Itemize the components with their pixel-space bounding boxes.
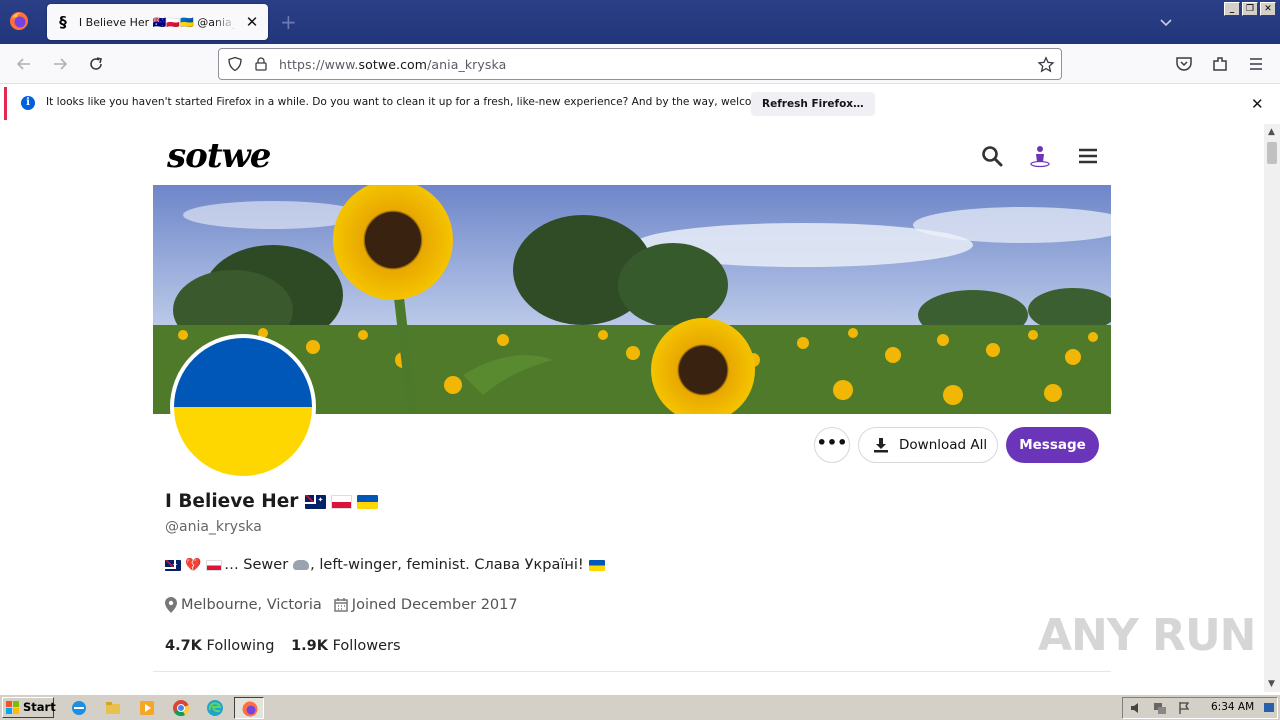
hamburger-menu-icon[interactable] <box>1076 144 1100 168</box>
avatar-flag-yellow <box>174 407 312 476</box>
reload-icon[interactable] <box>86 54 106 74</box>
windows-taskbar: Start 6:34 AM <box>0 694 1280 720</box>
url-path: /ania_kryska <box>427 57 507 72</box>
active-tab[interactable]: § I Believe Her 🇦🇺🇵🇱🇺🇦 @ania_kryska ✕ <box>47 4 268 40</box>
profile-handle: @ania_kryska <box>165 519 262 535</box>
profile-meta: Melbourne, Victoria Joined December 2017 <box>165 597 518 613</box>
browser-tab-bar: § I Believe Her 🇦🇺🇵🇱🇺🇦 @ania_kryska ✕ + … <box>0 0 1280 44</box>
tab-title: I Believe Her 🇦🇺🇵🇱🇺🇦 @ania_kryska <box>78 15 237 29</box>
bio-text-2: , left-winger, feminist. Слава Україні! <box>310 557 584 573</box>
profile-bio: 💔 … Sewer , left-winger, feminist. Слава… <box>165 557 605 573</box>
calendar-icon <box>334 598 348 612</box>
pocket-icon[interactable] <box>1174 54 1194 74</box>
scrollbar-thumb[interactable] <box>1267 142 1277 164</box>
tracking-shield-icon[interactable] <box>227 56 243 72</box>
profile-joined: Joined December 2017 <box>351 597 518 613</box>
refresh-firefox-button[interactable]: Refresh Firefox… <box>751 92 875 116</box>
user-account-icon[interactable] <box>1028 144 1052 168</box>
rat-icon <box>293 560 310 570</box>
bookmark-star-icon[interactable] <box>1037 56 1055 74</box>
following-label: Following <box>206 638 275 654</box>
refresh-firefox-notification: i It looks like you haven't started Fire… <box>4 87 1276 120</box>
volume-icon[interactable] <box>1129 701 1143 715</box>
poland-flag-icon <box>331 494 353 509</box>
windows-logo-icon <box>6 701 19 714</box>
info-icon: i <box>21 96 35 110</box>
notification-text: It looks like you haven't started Firefo… <box>46 96 802 108</box>
bio-text: … Sewer <box>224 557 289 573</box>
start-button[interactable]: Start <box>2 697 56 718</box>
action-center-flag-icon[interactable] <box>1177 701 1191 715</box>
taskbar-clock[interactable]: 6:34 AM <box>1211 701 1254 713</box>
tab-close-icon[interactable]: ✕ <box>244 14 260 30</box>
following-link[interactable]: 4.7K Following <box>165 638 274 654</box>
start-label: Start <box>23 700 56 714</box>
australia-flag-icon <box>305 494 327 509</box>
scroll-up-arrow-icon[interactable]: ▲ <box>1268 127 1275 137</box>
edge-icon[interactable] <box>206 699 224 717</box>
minimize-button[interactable]: _ <box>1224 2 1240 16</box>
australia-flag-icon <box>165 559 181 571</box>
broken-heart-icon: 💔 <box>185 557 202 573</box>
system-tray: 6:34 AM <box>1122 697 1278 719</box>
anyrun-watermark: ANY RUN <box>1038 610 1256 661</box>
page-scrollbar[interactable]: ▲ ▼ <box>1264 124 1280 692</box>
download-all-button[interactable]: Download All <box>858 427 998 463</box>
page-content: sotwe ••• Download All Message I Believe… <box>0 124 1264 692</box>
network-icon[interactable] <box>1153 701 1167 715</box>
restore-button[interactable]: ❐ <box>1242 2 1258 16</box>
ukraine-flag-icon <box>588 559 605 571</box>
profile-stats: 4.7K Following 1.9K Followers <box>165 638 401 654</box>
taskbar-firefox-button[interactable] <box>234 697 264 719</box>
ukraine-flag-icon <box>357 494 379 509</box>
url-host: sotwe.com <box>358 57 428 72</box>
poland-flag-icon <box>206 559 223 571</box>
download-icon <box>874 438 888 453</box>
profile-divider <box>153 671 1111 672</box>
close-window-button[interactable]: ✕ <box>1260 2 1276 16</box>
firefox-taskbar-icon <box>242 701 258 717</box>
back-arrow-icon[interactable] <box>14 54 34 74</box>
url-prefix: https://www. <box>279 57 359 72</box>
sotwe-favicon-icon: § <box>59 13 67 31</box>
profile-avatar[interactable] <box>170 334 316 480</box>
followers-label: Followers <box>332 638 401 654</box>
notification-close-icon[interactable]: ✕ <box>1251 95 1264 113</box>
media-player-icon[interactable] <box>138 699 156 717</box>
profile-name: I Believe Her <box>165 491 379 512</box>
file-explorer-icon[interactable] <box>104 699 122 717</box>
extensions-icon[interactable] <box>1210 54 1230 74</box>
followers-count: 1.9K <box>291 638 328 654</box>
internet-explorer-icon[interactable] <box>70 699 88 717</box>
profile-location: Melbourne, Victoria <box>181 597 322 613</box>
list-all-tabs-icon[interactable] <box>1158 14 1174 30</box>
more-options-button[interactable]: ••• <box>814 427 850 463</box>
location-pin-icon <box>165 597 177 613</box>
url-text[interactable]: https://www.sotwe.com/ania_kryska <box>279 57 506 72</box>
scroll-down-arrow-icon[interactable]: ▼ <box>1268 679 1275 689</box>
message-button[interactable]: Message <box>1006 427 1099 463</box>
app-menu-icon[interactable] <box>1246 54 1266 74</box>
firefox-icon[interactable] <box>8 10 30 32</box>
chrome-icon[interactable] <box>172 699 190 717</box>
following-count: 4.7K <box>165 638 202 654</box>
followers-link[interactable]: 1.9K Followers <box>291 638 400 654</box>
address-bar[interactable]: https://www.sotwe.com/ania_kryska <box>218 48 1062 80</box>
download-all-label: Download All <box>899 437 988 453</box>
search-icon[interactable] <box>980 144 1004 168</box>
window-controls: _ ❐ ✕ <box>1224 2 1276 16</box>
new-tab-button[interactable]: + <box>280 12 297 32</box>
navigation-toolbar: https://www.sotwe.com/ania_kryska <box>0 44 1280 84</box>
profile-name-text: I Believe Her <box>165 491 299 512</box>
site-logo[interactable]: sotwe <box>167 136 271 176</box>
show-desktop-icon[interactable] <box>1263 701 1275 715</box>
forward-arrow-icon[interactable] <box>50 54 70 74</box>
lock-icon[interactable] <box>253 56 269 72</box>
